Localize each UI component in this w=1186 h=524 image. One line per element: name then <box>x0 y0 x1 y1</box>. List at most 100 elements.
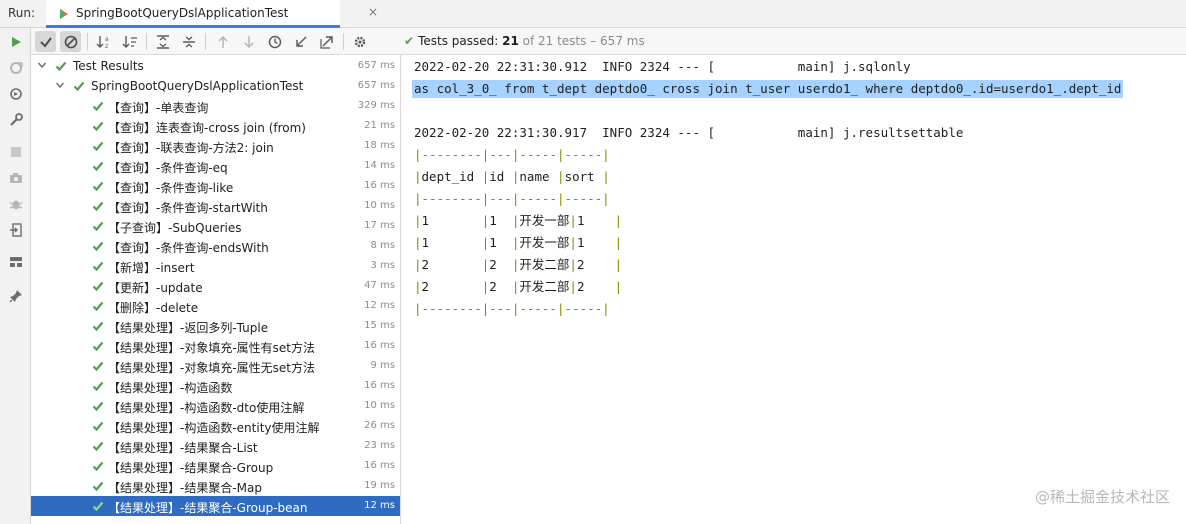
test-name: 【子查询】-SubQueries <box>108 221 242 235</box>
test-duration: 16 ms <box>364 460 395 471</box>
settings-gear-icon[interactable] <box>349 31 370 52</box>
test-name: 【结果处理】-构造函数-entity使用注解 <box>108 421 320 435</box>
table-header-row: |dept_id |id |name |sort | <box>414 169 610 184</box>
test-name: 【更新】-update <box>108 281 203 295</box>
test-duration: 9 ms <box>370 360 396 371</box>
test-row[interactable]: 【查询】-单表查询 329 ms <box>31 96 400 116</box>
test-row[interactable]: 【查询】-联表查询-方法2: join 18 ms <box>31 136 400 156</box>
test-passed-icon <box>92 220 104 232</box>
table-data-row: |2 |2 |开发二部|2 | <box>414 279 623 294</box>
show-ignored-icon[interactable] <box>60 31 81 52</box>
test-name: 【删除】-delete <box>108 301 199 315</box>
test-duration: 14 ms <box>364 160 395 171</box>
tree-suite-row[interactable]: SpringBootQueryDslApplicationTest 657 ms <box>31 76 400 96</box>
test-duration: 329 ms <box>357 100 395 111</box>
test-name: 【查询】-单表查询 <box>108 101 209 115</box>
test-duration: 12 ms <box>364 300 395 311</box>
close-tab-icon[interactable]: × <box>368 5 378 19</box>
test-duration: 16 ms <box>364 180 395 191</box>
test-duration: 47 ms <box>364 280 395 291</box>
test-row[interactable]: 【结果处理】-结果聚合-Group-bean 12 ms <box>31 496 400 516</box>
test-row[interactable]: 【查询】-条件查询-endsWith 8 ms <box>31 236 400 256</box>
test-duration: 26 ms <box>364 420 395 431</box>
test-name: 【查询】连表查询-cross join (from) <box>108 121 306 135</box>
test-row[interactable]: 【查询】-条件查询-startWith 10 ms <box>31 196 400 216</box>
test-duration: 15 ms <box>364 320 395 331</box>
test-passed-icon <box>92 200 104 212</box>
table-data-row: |2 |2 |开发二部|2 | <box>414 257 623 272</box>
layout-icon[interactable] <box>6 252 25 271</box>
test-row[interactable]: 【结果处理】-构造函数 16 ms <box>31 376 400 396</box>
expand-arrow-icon[interactable] <box>55 79 65 89</box>
test-row[interactable]: 【结果处理】-对象填充-属性有set方法 16 ms <box>31 336 400 356</box>
test-duration: 18 ms <box>364 140 395 151</box>
table-border-line: |--------|---|-----|-----| <box>414 147 610 162</box>
camera-icon[interactable] <box>6 168 25 187</box>
total-tests: of 21 tests <box>522 34 587 48</box>
debug-icon[interactable] <box>6 194 25 213</box>
test-passed-icon <box>73 80 85 92</box>
test-row[interactable]: 【查询】-条件查询-eq 14 ms <box>31 156 400 176</box>
test-row[interactable]: 【结果处理】-返回多列-Tuple 15 ms <box>31 316 400 336</box>
test-row[interactable]: 【结果处理】-结果聚合-Map 19 ms <box>31 476 400 496</box>
test-name: 【结果处理】-返回多列-Tuple <box>108 321 269 335</box>
test-passed-icon <box>92 280 104 292</box>
pin-icon[interactable] <box>6 286 25 305</box>
test-duration: 3 ms <box>370 260 396 271</box>
test-name: 【结果处理】-构造函数-dto使用注解 <box>108 401 305 415</box>
test-config-icon <box>60 9 68 19</box>
test-duration: 8 ms <box>370 240 396 251</box>
test-passed-icon <box>92 460 104 472</box>
settings-wrench-icon[interactable] <box>6 110 25 129</box>
test-passed-icon <box>92 260 104 272</box>
test-row[interactable]: 【结果处理】-构造函数-entity使用注解 26 ms <box>31 416 400 436</box>
test-passed-icon <box>92 480 104 492</box>
stop-icon[interactable] <box>6 142 25 161</box>
test-row[interactable]: 【结果处理】-构造函数-dto使用注解 10 ms <box>31 396 400 416</box>
sort-duration-icon[interactable] <box>119 31 140 52</box>
import-tests-icon[interactable] <box>290 31 311 52</box>
tree-root-row[interactable]: Test Results 657 ms <box>31 56 400 76</box>
table-data-row: |1 |1 |开发一部|1 | <box>414 213 623 228</box>
test-row[interactable]: 【结果处理】-对象填充-属性无set方法 9 ms <box>31 356 400 376</box>
run-tab-title: SpringBootQueryDslApplicationTest <box>76 6 289 20</box>
collapse-all-icon[interactable] <box>178 31 199 52</box>
test-passed-icon <box>92 160 104 172</box>
log-line-sqlonly: 2022-02-20 22:31:30.912 INFO 2324 --- [ … <box>414 59 911 74</box>
rerun-failed-icon[interactable] <box>6 58 25 77</box>
tests-passed-status: ✔ Tests passed: 21 of 21 tests – 657 ms <box>404 34 645 48</box>
show-passed-icon[interactable] <box>35 31 56 52</box>
previous-failed-icon[interactable] <box>212 31 233 52</box>
test-name: 【查询】-条件查询-startWith <box>108 201 268 215</box>
test-duration: 657 ms <box>357 60 395 71</box>
test-duration: 21 ms <box>364 120 395 131</box>
test-passed-icon <box>92 380 104 392</box>
total-duration: 657 ms <box>600 34 645 48</box>
export-tests-icon[interactable] <box>316 31 337 52</box>
sort-alpha-icon[interactable]: az <box>93 31 114 52</box>
test-row[interactable]: 【查询】-条件查询-like 16 ms <box>31 176 400 196</box>
table-border-line: |--------|---|-----|-----| <box>414 191 610 206</box>
test-row[interactable]: 【更新】-update 47 ms <box>31 276 400 296</box>
next-failed-icon[interactable] <box>238 31 259 52</box>
test-passed-icon <box>92 420 104 432</box>
test-row[interactable]: 【结果处理】-结果聚合-Group 16 ms <box>31 456 400 476</box>
expand-arrow-icon[interactable] <box>37 59 47 69</box>
toggle-auto-test-icon[interactable] <box>6 84 25 103</box>
test-passed-icon <box>92 440 104 452</box>
watermark: @稀土掘金技术社区 <box>1034 488 1170 506</box>
test-passed-icon <box>55 60 67 72</box>
expand-all-icon[interactable] <box>152 31 173 52</box>
test-row[interactable]: 【新增】-insert 3 ms <box>31 256 400 276</box>
status-prefix: Tests passed: <box>418 34 503 48</box>
run-config-tab[interactable]: SpringBootQueryDslApplicationTest × <box>46 0 378 28</box>
rerun-icon[interactable] <box>6 32 25 51</box>
test-row[interactable]: 【子查询】-SubQueries 17 ms <box>31 216 400 236</box>
test-row[interactable]: 【删除】-delete 12 ms <box>31 296 400 316</box>
test-row[interactable]: 【结果处理】-结果聚合-List 23 ms <box>31 436 400 456</box>
test-passed-icon <box>92 100 104 112</box>
test-duration: 10 ms <box>364 200 395 211</box>
history-icon[interactable] <box>264 31 285 52</box>
exit-icon[interactable] <box>6 220 25 239</box>
test-row[interactable]: 【查询】连表查询-cross join (from) 21 ms <box>31 116 400 136</box>
